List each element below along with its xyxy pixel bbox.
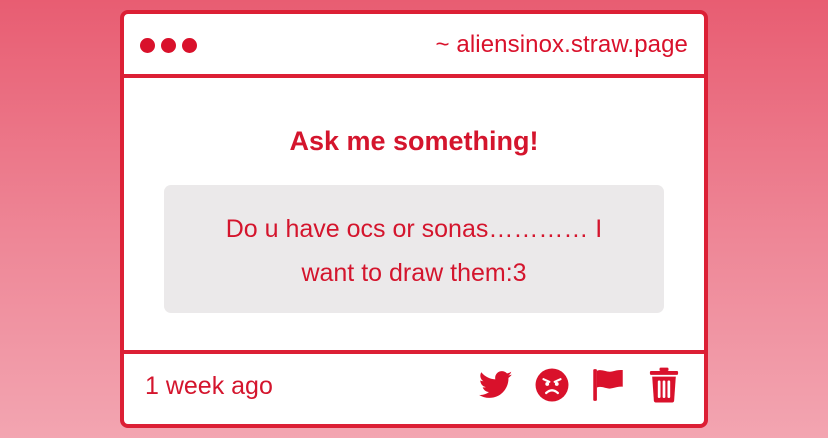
window-dot-icon[interactable] [161, 38, 176, 53]
report-flag-button[interactable] [590, 367, 626, 403]
flag-icon [593, 369, 623, 401]
card-footer: 1 week ago [124, 350, 704, 424]
window-dot-icon[interactable] [140, 38, 155, 53]
window-dot-icon[interactable] [182, 38, 197, 53]
react-angry-button[interactable] [534, 367, 570, 403]
timestamp: 1 week ago [145, 372, 273, 400]
angry-face-icon [535, 368, 569, 402]
ask-window: ~ aliensinox.straw.page Ask me something… [120, 10, 708, 428]
page-url: ~ aliensinox.straw.page [435, 31, 688, 58]
question-card: Ask me something! Do u have ocs or sonas… [124, 78, 704, 354]
twitter-icon [479, 371, 513, 398]
question-text: Do u have ocs or sonas………… I want to dra… [225, 215, 603, 287]
twitter-share-button[interactable] [478, 367, 514, 403]
title-bar: ~ aliensinox.straw.page [124, 14, 704, 78]
trash-icon [649, 367, 679, 403]
window-controls [140, 38, 197, 53]
action-bar [478, 367, 682, 403]
page-heading: Ask me something! [289, 126, 539, 156]
question-box: Do u have ocs or sonas………… I want to dra… [164, 185, 664, 313]
delete-button[interactable] [646, 367, 682, 403]
